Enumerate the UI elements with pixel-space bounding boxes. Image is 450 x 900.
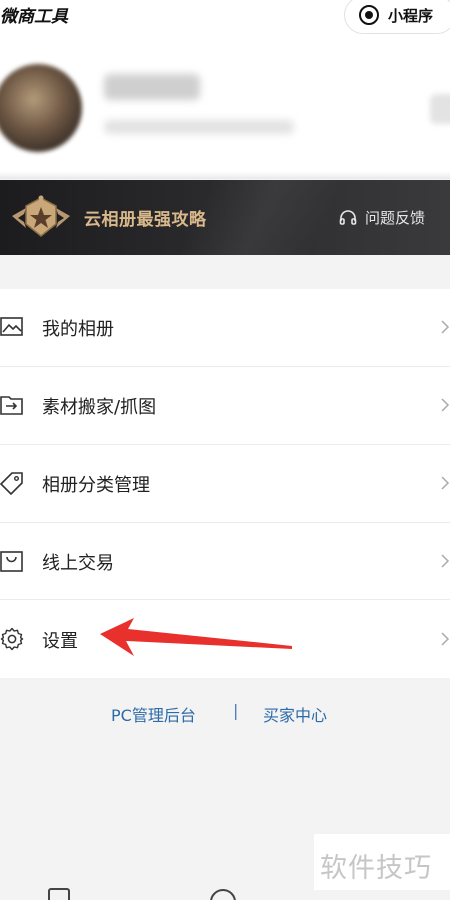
- profile-card[interactable]: [0, 36, 450, 176]
- avatar[interactable]: [0, 64, 82, 152]
- guide-banner[interactable]: 云相册最强攻略 问题反馈: [0, 180, 450, 255]
- banner-title: 云相册最强攻略: [84, 210, 207, 230]
- chevron-right-icon: [441, 476, 450, 490]
- folder-import-icon: [0, 396, 23, 415]
- menu-item-label: 设置: [42, 630, 78, 652]
- menu-item-label: 相册分类管理: [42, 474, 150, 496]
- target-icon: [359, 5, 379, 25]
- menu-item-label: 线上交易: [42, 552, 114, 574]
- pc-admin-link[interactable]: PC管理后台: [111, 702, 196, 726]
- discover-tab-icon[interactable]: [210, 889, 236, 900]
- menu-item-label: 我的相册: [42, 318, 114, 340]
- user-subtitle-blurred: [104, 120, 294, 134]
- app-title: 微商工具: [0, 7, 68, 27]
- profile-action-blurred[interactable]: [430, 94, 450, 124]
- top-bar: 微商工具 小程序: [0, 0, 450, 36]
- tag-icon: [0, 472, 23, 495]
- menu-item-material-import[interactable]: 素材搬家/抓图: [0, 367, 450, 444]
- tab-bar: [0, 886, 450, 900]
- watermark: 软件技巧: [314, 834, 450, 890]
- gear-icon: [0, 627, 24, 651]
- chevron-right-icon: [441, 320, 450, 334]
- feedback-button[interactable]: 问题反馈: [339, 207, 425, 228]
- star-badge-icon: [12, 195, 70, 237]
- chevron-right-icon: [441, 398, 450, 412]
- mini-program-button[interactable]: 小程序: [344, 0, 450, 34]
- image-icon: [0, 317, 23, 336]
- watermark-text: 软件技巧: [320, 853, 432, 884]
- feedback-label: 问题反馈: [365, 209, 426, 227]
- mini-program-label: 小程序: [388, 6, 434, 25]
- divider: [0, 599, 450, 600]
- buyer-center-link[interactable]: 买家中心: [263, 702, 327, 726]
- footer-links: PC管理后台 | 买家中心: [0, 701, 450, 726]
- menu-item-my-albums[interactable]: 我的相册: [0, 289, 450, 366]
- user-name-blurred: [104, 74, 200, 100]
- divider: [0, 171, 450, 179]
- menu-item-online-trade[interactable]: 线上交易: [0, 523, 450, 600]
- chevron-right-icon: [441, 632, 450, 646]
- headset-icon: [339, 209, 357, 225]
- menu-item-album-category[interactable]: 相册分类管理: [0, 445, 450, 522]
- chevron-right-icon: [441, 554, 450, 568]
- shopping-bag-icon: [0, 551, 23, 572]
- annotation-arrow-icon: [100, 618, 292, 656]
- menu-item-label: 素材搬家/抓图: [42, 396, 157, 418]
- home-tab-icon[interactable]: [48, 888, 70, 900]
- link-separator: |: [233, 701, 239, 720]
